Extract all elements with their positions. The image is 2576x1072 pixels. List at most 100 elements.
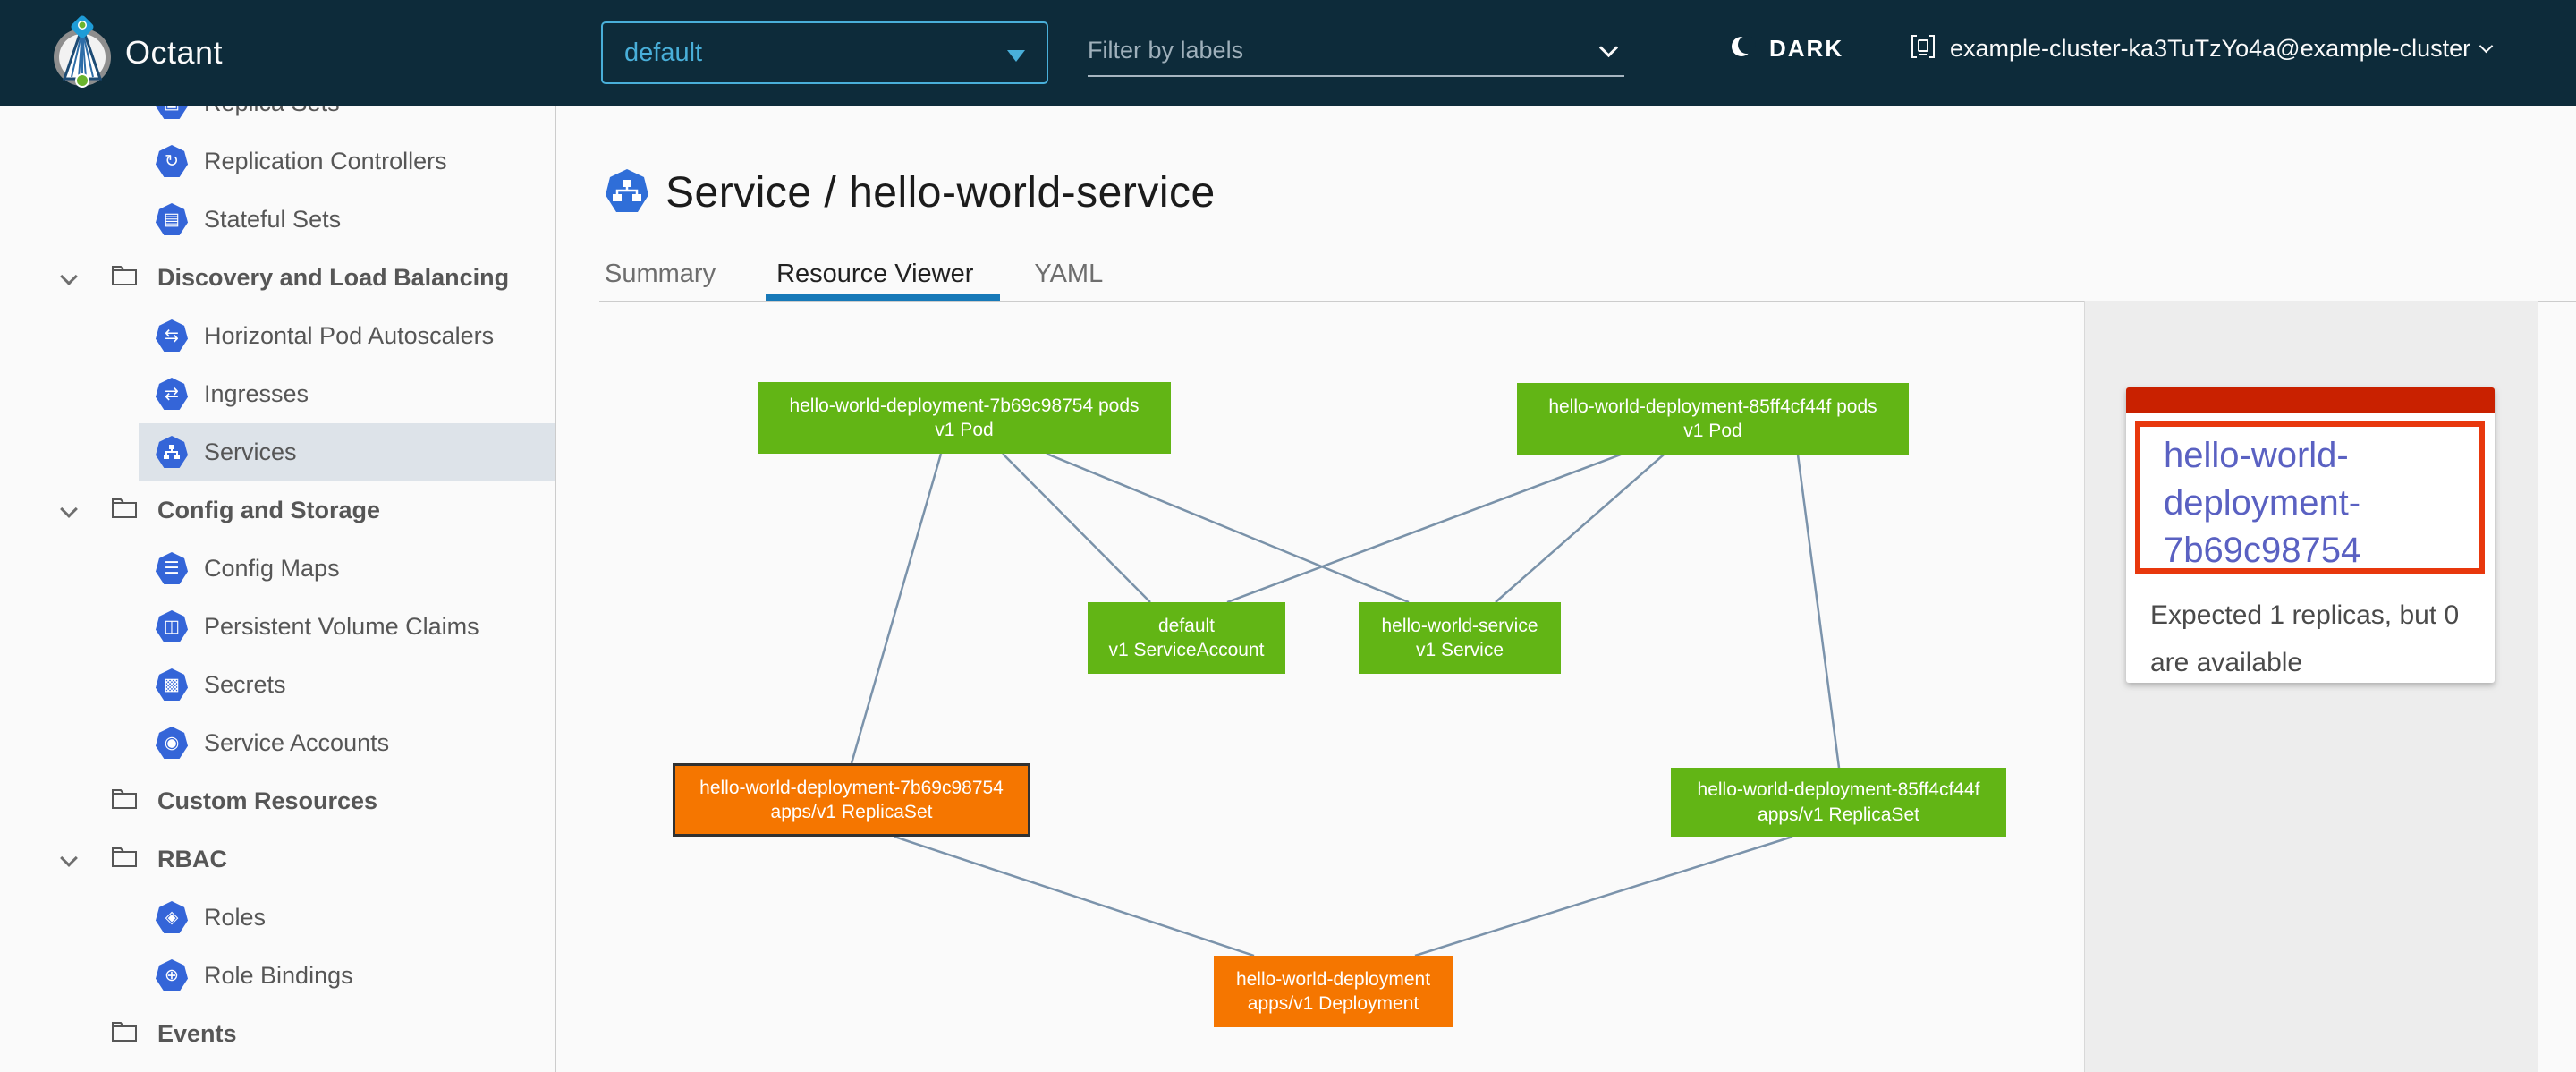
alert-card-red-bar xyxy=(2126,387,2495,413)
service-accounts-icon: ◉ xyxy=(156,727,188,759)
tab-yaml[interactable]: YAML xyxy=(1034,259,1103,289)
sidebar-item-secrets[interactable]: ▩ Secrets xyxy=(0,656,555,713)
cluster-context-label: example-cluster-ka3TuTzYo4a@example-clus… xyxy=(1950,35,2470,63)
graph-node-replicaset-7b69c98754[interactable]: hello-world-deployment-7b69c98754 apps/v… xyxy=(673,763,1030,837)
chevron-down-icon[interactable] xyxy=(61,503,75,517)
folder-icon xyxy=(111,846,138,873)
replication-controllers-icon: ↻ xyxy=(156,145,188,177)
horizontal-pod-autoscalers-icon: ⇆ xyxy=(156,319,188,352)
node-name: hello-world-deployment-7b69c98754 xyxy=(699,776,1004,800)
sidebar-item-label: Replication Controllers xyxy=(204,148,447,175)
node-kind: apps/v1 Deployment xyxy=(1248,991,1419,1016)
sidebar-group-discovery-load-balancing[interactable]: Discovery and Load Balancing xyxy=(0,249,555,306)
namespace-select[interactable]: default xyxy=(601,21,1048,84)
folder-icon xyxy=(111,1020,138,1048)
sidebar-group-label: Config and Storage xyxy=(157,497,380,524)
sidebar-item-stateful-sets[interactable]: ▤ Stateful Sets xyxy=(0,191,555,248)
active-tab-underline xyxy=(766,294,1000,301)
cluster-context-switcher[interactable]: example-cluster-ka3TuTzYo4a@example-clus… xyxy=(1909,32,2491,65)
node-name: hello-world-deployment-7b69c98754 pods xyxy=(789,394,1139,418)
app-title: Octant xyxy=(125,34,223,72)
dark-theme-toggle[interactable]: DARK xyxy=(1728,32,1843,65)
folder-icon xyxy=(111,497,138,524)
node-kind: v1 Service xyxy=(1416,638,1504,662)
sidebar-item-config-maps[interactable]: ☰ Config Maps xyxy=(0,540,555,597)
sidebar-item-services[interactable]: Services xyxy=(0,423,555,481)
config-maps-icon: ☰ xyxy=(156,552,188,584)
label-filter xyxy=(1088,25,1624,81)
sidebar-item-roles[interactable]: ◈ Roles xyxy=(0,889,555,946)
replicaset-alert-card: hello-world-deployment-7b69c98754 Expect… xyxy=(2126,387,2495,683)
tab-bar: Summary Resource Viewer YAML xyxy=(605,259,1164,289)
tab-resource-viewer[interactable]: Resource Viewer xyxy=(776,259,973,289)
node-name: hello-world-service xyxy=(1381,614,1538,638)
graph-node-replicaset-85ff4cf44f[interactable]: hello-world-deployment-85ff4cf44f apps/v… xyxy=(1671,768,2006,837)
alert-message: Expected 1 replicas, but 0 are available xyxy=(2150,591,2473,686)
octant-logo xyxy=(47,13,118,96)
page-title-text: Service / hello-world-service xyxy=(665,168,1216,217)
sidebar-group-label: Discovery and Load Balancing xyxy=(157,264,509,292)
sidebar-item-label: Stateful Sets xyxy=(204,206,341,234)
alert-error-border-box: hello-world-deployment-7b69c98754 xyxy=(2135,421,2485,574)
sidebar-group-events[interactable]: Events xyxy=(0,1005,555,1062)
secrets-icon: ▩ xyxy=(156,668,188,701)
stateful-sets-icon: ▤ xyxy=(156,203,188,235)
sidebar-item-replication-controllers[interactable]: ↻ Replication Controllers xyxy=(0,132,555,190)
role-bindings-icon: ⊕ xyxy=(156,959,188,991)
sidebar-group-rbac[interactable]: RBAC xyxy=(0,830,555,888)
graph-node-deployment-hello-world[interactable]: hello-world-deployment apps/v1 Deploymen… xyxy=(1214,956,1453,1027)
sidebar-item-service-accounts[interactable]: ◉ Service Accounts xyxy=(0,714,555,771)
sidebar-item-label: Persistent Volume Claims xyxy=(204,613,479,641)
sidebar-item-label: Secrets xyxy=(204,671,286,699)
node-name: hello-world-deployment-85ff4cf44f xyxy=(1698,778,1980,802)
chevron-down-icon[interactable] xyxy=(61,852,75,866)
header-bar: Octant default DARK example-cluster-ka3T… xyxy=(0,0,2576,106)
sidebar-group-custom-resources[interactable]: Custom Resources xyxy=(0,772,555,830)
node-kind: v1 ServiceAccount xyxy=(1109,638,1265,662)
sidebar-item-label: Roles xyxy=(204,904,266,932)
moon-icon xyxy=(1728,32,1757,65)
sidebar-item-label: Config Maps xyxy=(204,555,340,583)
sidebar-item-persistent-volume-claims[interactable]: ◫ Persistent Volume Claims xyxy=(0,598,555,655)
node-kind: apps/v1 ReplicaSet xyxy=(771,800,933,824)
persistent-volume-claims-icon: ◫ xyxy=(156,610,188,642)
sidebar-item-label: Ingresses xyxy=(204,380,309,408)
graph-node-pods-85ff4cf44f[interactable]: hello-world-deployment-85ff4cf44f pods v… xyxy=(1517,383,1909,455)
node-kind: v1 Pod xyxy=(935,418,993,442)
sidebar-group-label: Custom Resources xyxy=(157,787,377,815)
node-kind: apps/v1 ReplicaSet xyxy=(1758,803,1919,827)
node-kind: v1 Pod xyxy=(1683,419,1741,443)
sidebar-group-label: Events xyxy=(157,1020,237,1048)
sidebar: ▣ Replica Sets ↻ Replication Controllers… xyxy=(0,0,556,1072)
graph-node-pods-7b69c98754[interactable]: hello-world-deployment-7b69c98754 pods v… xyxy=(758,382,1171,454)
folder-icon xyxy=(111,787,138,815)
graph-node-serviceaccount-default[interactable]: default v1 ServiceAccount xyxy=(1088,602,1285,674)
label-filter-input[interactable] xyxy=(1088,25,1624,77)
sidebar-item-ingresses[interactable]: ⇄ Ingresses xyxy=(0,365,555,422)
replicaset-link[interactable]: hello-world-deployment-7b69c98754 xyxy=(2164,432,2468,574)
sidebar-item-role-bindings[interactable]: ⊕ Role Bindings xyxy=(0,947,555,1004)
node-name: default xyxy=(1158,614,1215,638)
graph-node-service-hello-world[interactable]: hello-world-service v1 Service xyxy=(1359,602,1561,674)
ingresses-icon: ⇄ xyxy=(156,378,188,410)
services-icon xyxy=(156,436,188,468)
chevron-down-icon xyxy=(2479,39,2494,54)
namespace-select-value: default xyxy=(624,38,702,68)
sidebar-item-horizontal-pod-autoscalers[interactable]: ⇆ Horizontal Pod Autoscalers xyxy=(0,307,555,364)
sidebar-item-label: Horizontal Pod Autoscalers xyxy=(204,322,494,350)
sidebar-group-label: RBAC xyxy=(157,846,227,873)
cluster-icon xyxy=(1909,32,1937,65)
node-name: hello-world-deployment xyxy=(1236,967,1430,991)
caret-down-icon xyxy=(1007,50,1025,62)
folder-icon xyxy=(111,264,138,292)
sidebar-group-config-and-storage[interactable]: Config and Storage xyxy=(0,481,555,539)
octant-app: ▣ Replica Sets ↻ Replication Controllers… xyxy=(0,0,2576,1072)
tab-summary[interactable]: Summary xyxy=(605,259,716,289)
sidebar-item-label: Role Bindings xyxy=(204,962,353,990)
chevron-down-icon[interactable] xyxy=(61,270,75,285)
service-icon xyxy=(605,168,649,217)
sidebar-item-label: Services xyxy=(204,438,297,466)
roles-icon: ◈ xyxy=(156,901,188,933)
sidebar-item-label: Service Accounts xyxy=(204,729,389,757)
dark-theme-label: DARK xyxy=(1769,35,1843,63)
